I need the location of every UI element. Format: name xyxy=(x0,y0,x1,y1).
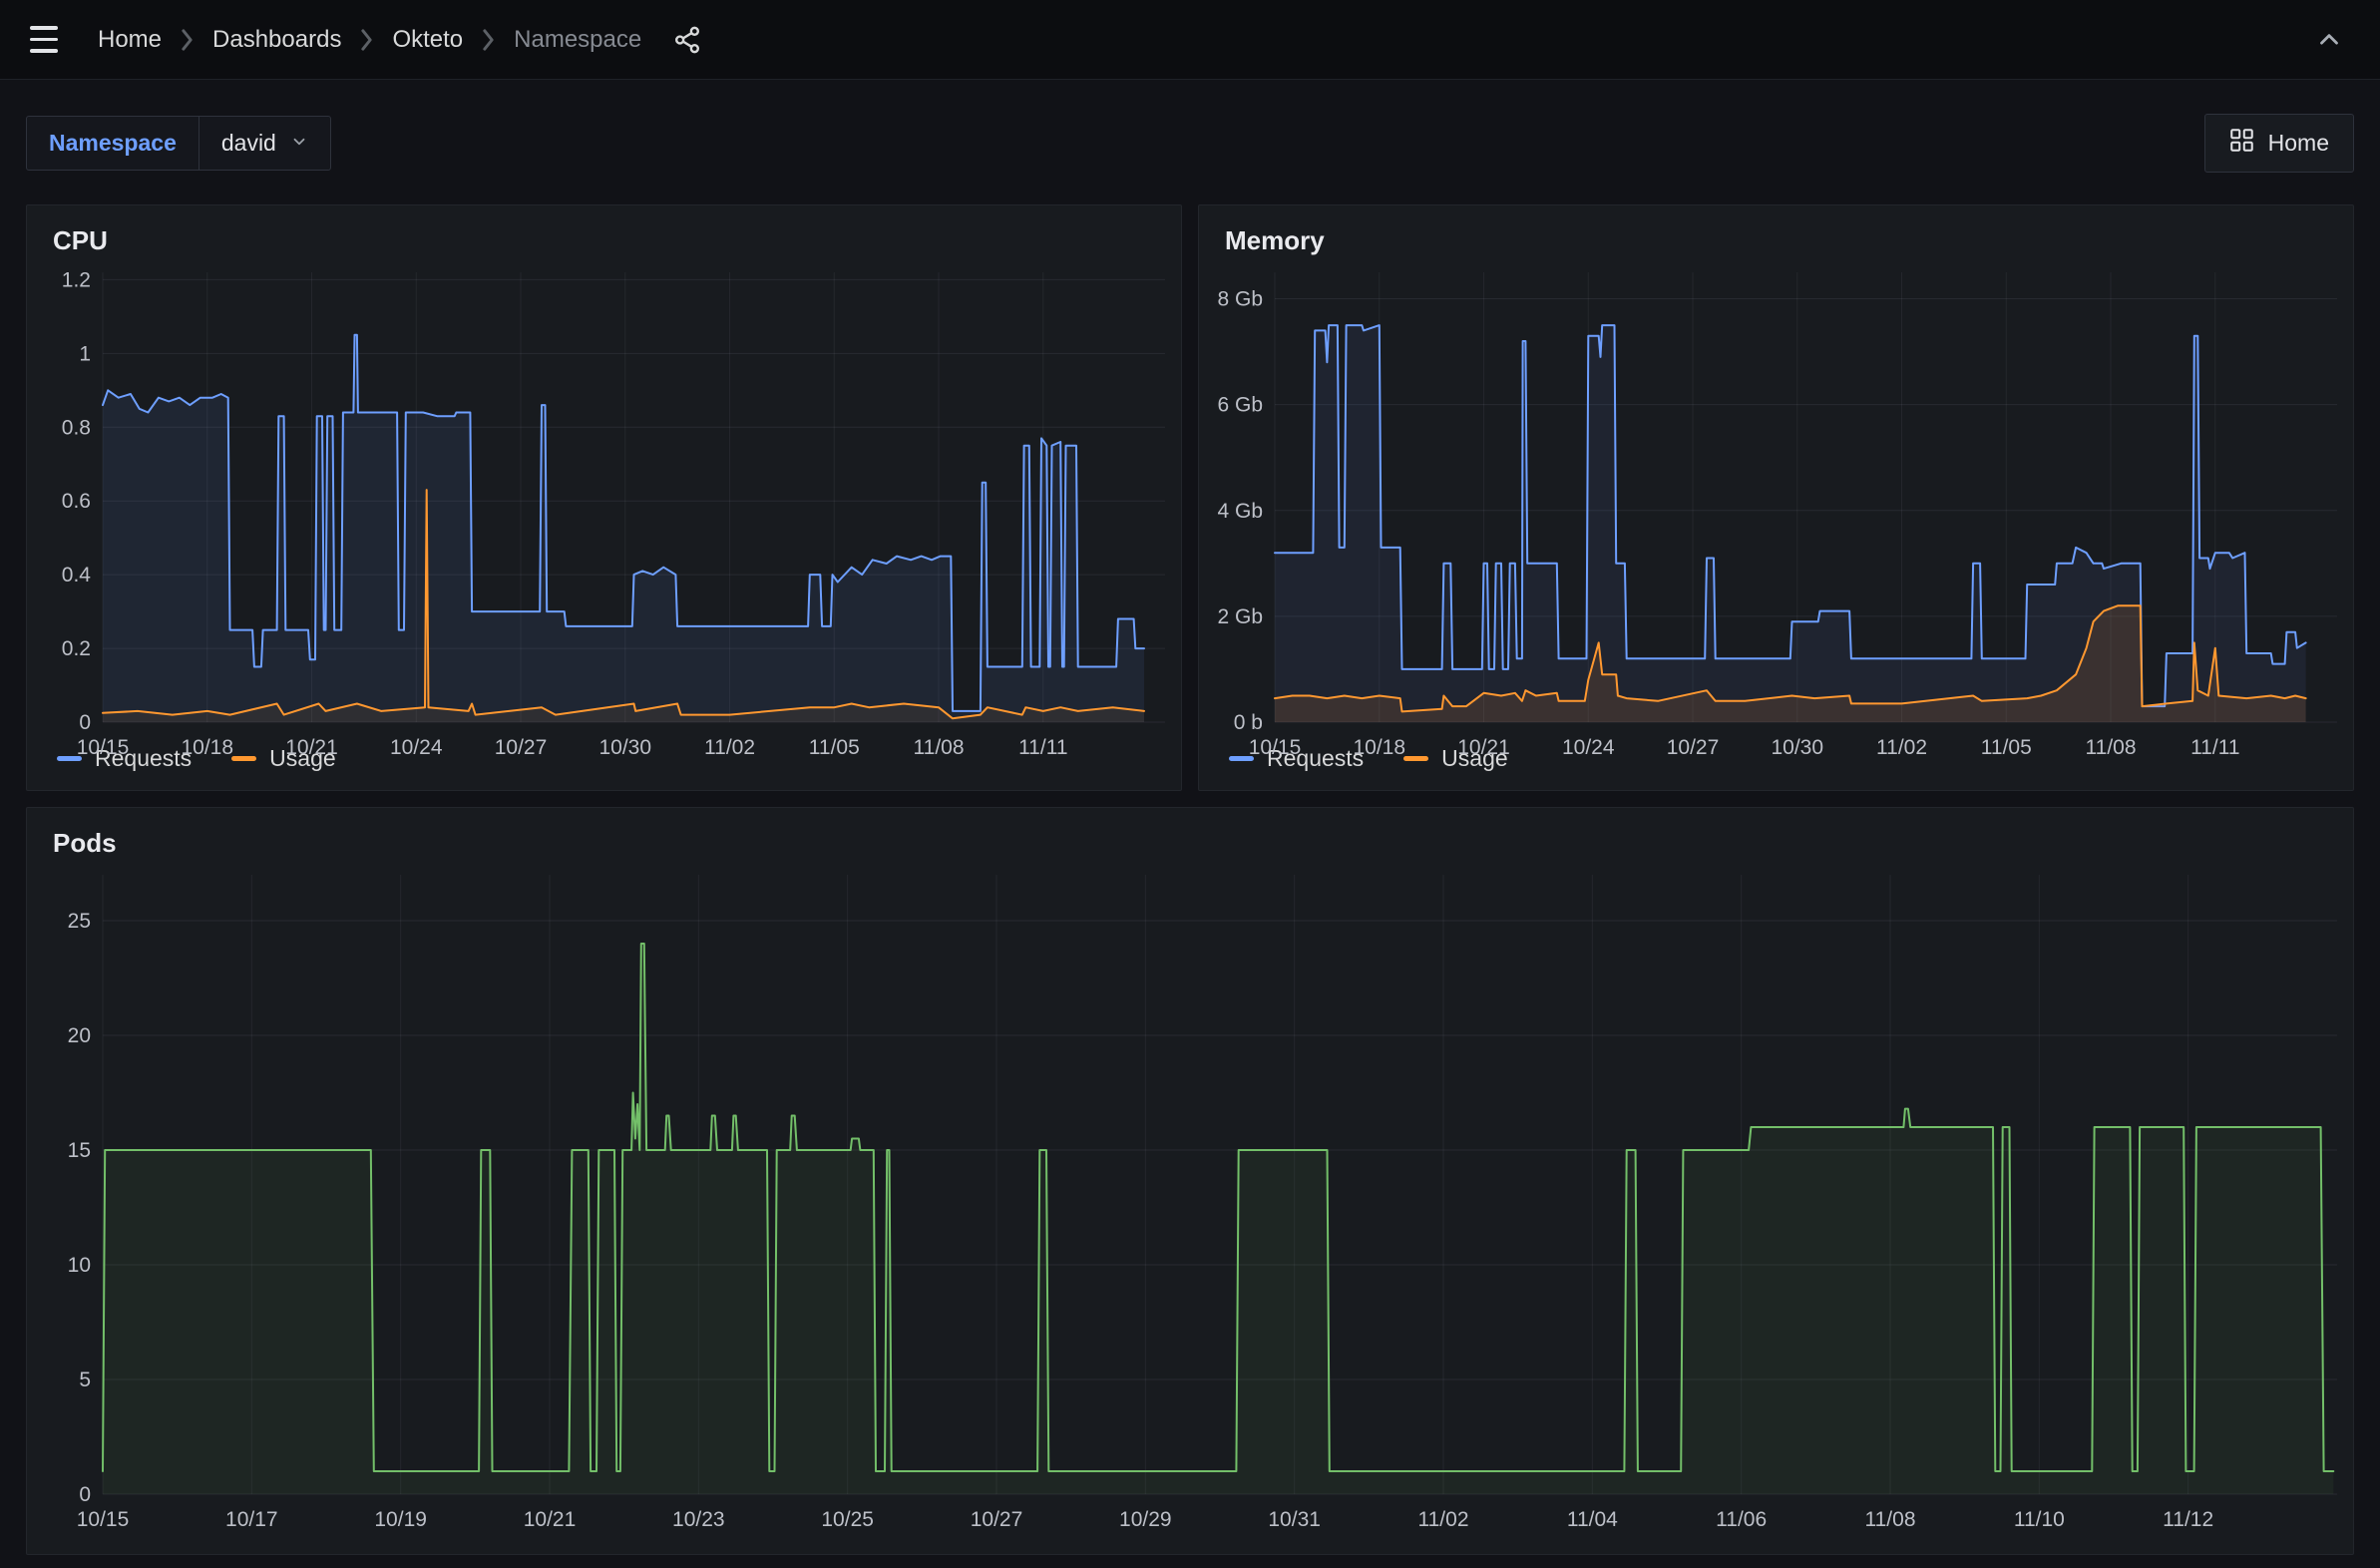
svg-text:10/15: 10/15 xyxy=(1249,736,1302,759)
breadcrumb-separator-icon xyxy=(180,29,195,51)
svg-text:25: 25 xyxy=(68,910,91,933)
home-button[interactable]: Home xyxy=(2204,114,2354,173)
namespace-variable-value: david xyxy=(221,130,276,157)
breadcrumb-namespace: Namespace xyxy=(514,26,641,54)
svg-text:10/21: 10/21 xyxy=(1457,736,1510,759)
namespace-variable-label: Namespace xyxy=(26,116,199,171)
panel-cpu: CPU 10/1510/1810/2110/2410/2710/3011/021… xyxy=(26,204,1182,791)
svg-text:0.8: 0.8 xyxy=(62,416,91,439)
svg-text:10/27: 10/27 xyxy=(1667,736,1720,759)
pods-chart[interactable]: 10/15 10/17 10/19 10/21 10/23 10/25 10/27 10/29… xyxy=(27,863,2353,1540)
svg-text:11/08: 11/08 xyxy=(1865,1508,1916,1531)
cpu-chart-svg: 10/15 10/18 10/21 10/24 10/27 10/30 11/02 11/05… xyxy=(27,260,1181,768)
svg-text:10: 10 xyxy=(68,1254,91,1277)
namespace-variable: Namespace david xyxy=(26,116,331,171)
svg-text:0.6: 0.6 xyxy=(62,490,91,513)
svg-text:6 Gb: 6 Gb xyxy=(1217,394,1263,417)
panel-pods: Pods 10/15 10/17 10/19 10/21 10/23 10/25 10/27… xyxy=(26,807,2354,1555)
svg-text:11/08: 11/08 xyxy=(914,736,965,759)
svg-text:0 b: 0 b xyxy=(1234,711,1263,734)
svg-text:10/24: 10/24 xyxy=(1562,736,1615,759)
top-navigation-bar: Home Dashboards Okteto Namespace xyxy=(0,0,2380,80)
svg-text:11/11: 11/11 xyxy=(2190,736,2239,759)
svg-text:11/12: 11/12 xyxy=(2163,1508,2213,1531)
svg-text:0: 0 xyxy=(79,711,91,734)
svg-text:10/15: 10/15 xyxy=(77,736,130,759)
svg-text:11/04: 11/04 xyxy=(1567,1508,1618,1531)
svg-text:4 Gb: 4 Gb xyxy=(1217,500,1263,523)
svg-text:11/05: 11/05 xyxy=(809,736,860,759)
svg-text:10/30: 10/30 xyxy=(1771,736,1823,759)
memory-chart[interactable]: 10/1510/1810/2110/2410/2710/3011/0211/05… xyxy=(1199,260,2353,741)
svg-text:10/17: 10/17 xyxy=(225,1508,278,1531)
cpu-chart[interactable]: 10/1510/1810/2110/2410/2710/3011/0211/05… xyxy=(27,260,1181,741)
svg-text:20: 20 xyxy=(68,1024,91,1047)
svg-text:10/15: 10/15 xyxy=(77,1508,130,1531)
svg-text:11/05: 11/05 xyxy=(1981,736,2032,759)
svg-text:10/27: 10/27 xyxy=(971,1508,1023,1531)
breadcrumb-home[interactable]: Home xyxy=(98,26,162,54)
svg-text:1.2: 1.2 xyxy=(62,268,91,291)
dashboard-toolbar: Namespace david Home xyxy=(0,80,2380,173)
svg-text:10/18: 10/18 xyxy=(1353,736,1405,759)
breadcrumb: Home Dashboards Okteto Namespace xyxy=(98,26,641,54)
svg-text:11/08: 11/08 xyxy=(2086,736,2137,759)
apps-grid-icon xyxy=(2229,128,2254,159)
breadcrumb-separator-icon xyxy=(481,29,496,51)
svg-text:10/21: 10/21 xyxy=(524,1508,577,1531)
svg-text:10/19: 10/19 xyxy=(374,1508,427,1531)
svg-text:10/23: 10/23 xyxy=(672,1508,725,1531)
share-icon[interactable] xyxy=(665,18,709,62)
panel-title-pods[interactable]: Pods xyxy=(27,808,2353,863)
svg-text:11/02: 11/02 xyxy=(1418,1508,1469,1531)
svg-text:5: 5 xyxy=(79,1369,91,1391)
svg-text:10/30: 10/30 xyxy=(598,736,651,759)
svg-text:2 Gb: 2 Gb xyxy=(1217,605,1263,628)
svg-text:10/27: 10/27 xyxy=(495,736,548,759)
svg-text:15: 15 xyxy=(68,1139,91,1162)
svg-text:10/21: 10/21 xyxy=(285,736,338,759)
pods-chart-svg: 10/15 10/17 10/19 10/21 10/23 10/25 10/27 10/29… xyxy=(27,863,2353,1540)
svg-text:11/10: 11/10 xyxy=(2014,1508,2065,1531)
svg-text:10/29: 10/29 xyxy=(1119,1508,1172,1531)
breadcrumb-dashboards[interactable]: Dashboards xyxy=(212,26,341,54)
breadcrumb-okteto[interactable]: Okteto xyxy=(392,26,463,54)
svg-text:11/02: 11/02 xyxy=(704,736,755,759)
memory-chart-svg: 10/15 10/18 10/21 10/24 10/27 10/30 11/02 11/05… xyxy=(1199,260,2353,768)
svg-text:11/02: 11/02 xyxy=(1876,736,1927,759)
svg-text:8 Gb: 8 Gb xyxy=(1217,288,1263,311)
chevron-down-icon xyxy=(290,130,308,157)
menu-toggle-icon[interactable] xyxy=(30,18,74,62)
svg-text:10/25: 10/25 xyxy=(821,1508,874,1531)
svg-text:1: 1 xyxy=(79,342,91,365)
svg-text:11/11: 11/11 xyxy=(1018,736,1067,759)
svg-text:10/18: 10/18 xyxy=(181,736,233,759)
svg-text:11/06: 11/06 xyxy=(1716,1508,1767,1531)
namespace-variable-select[interactable]: david xyxy=(198,116,331,171)
svg-text:10/31: 10/31 xyxy=(1268,1508,1321,1531)
chevron-up-icon[interactable] xyxy=(2308,19,2350,61)
panel-memory: Memory 10/15 10/18 10/21 10/24 10/27 10/30 11/… xyxy=(1198,204,2354,791)
dashboard-panels: CPU 10/1510/1810/2110/2410/2710/3011/021… xyxy=(26,204,2354,1555)
svg-text:0: 0 xyxy=(79,1483,91,1506)
svg-text:0.4: 0.4 xyxy=(62,564,92,587)
svg-text:10/24: 10/24 xyxy=(390,736,443,759)
breadcrumb-separator-icon xyxy=(359,29,374,51)
home-button-label: Home xyxy=(2268,130,2329,157)
svg-text:0.2: 0.2 xyxy=(62,637,91,660)
panel-title-memory[interactable]: Memory xyxy=(1199,205,2353,260)
panel-title-cpu[interactable]: CPU xyxy=(27,205,1181,260)
